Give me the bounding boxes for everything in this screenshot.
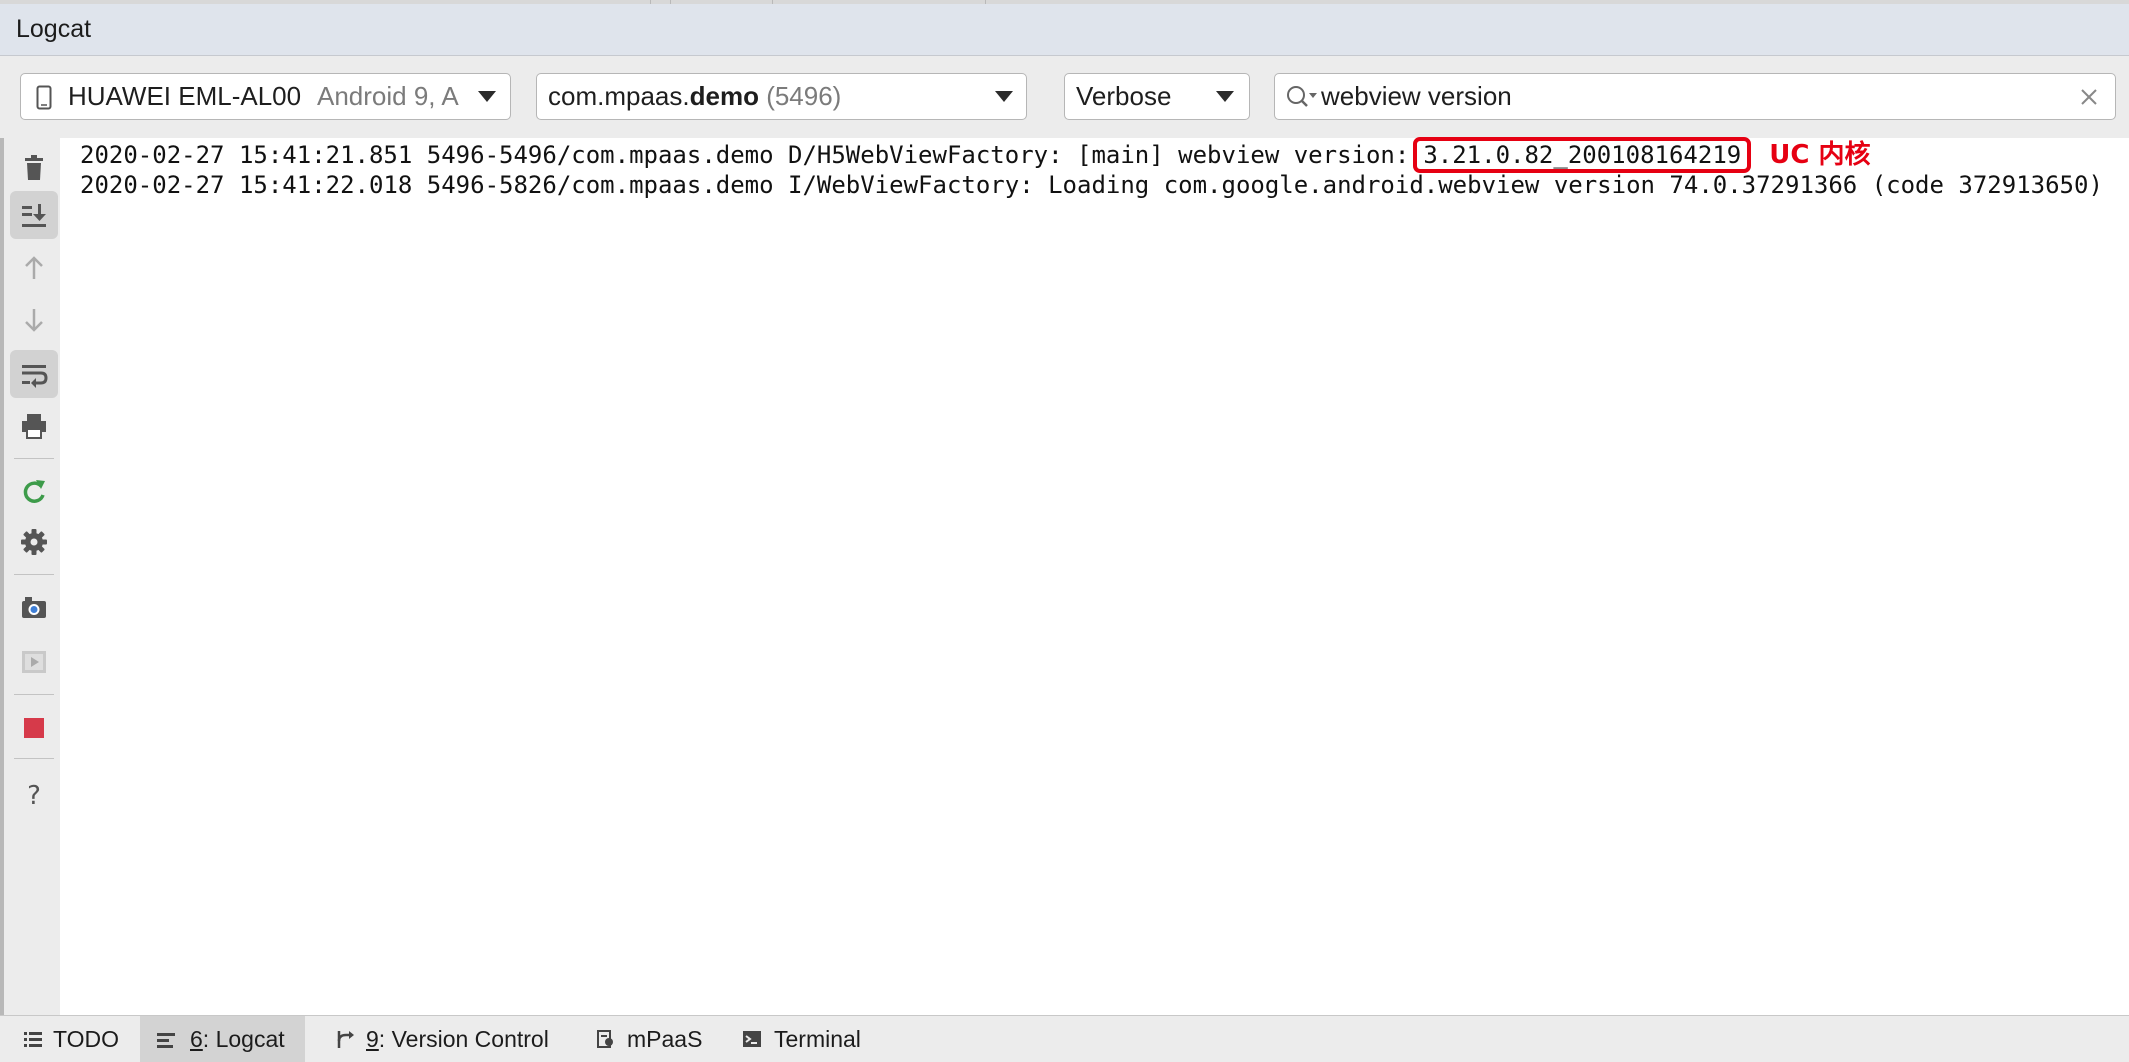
list-icon (24, 1032, 42, 1047)
device-name: HUAWEI EML-AL00 (68, 81, 302, 111)
tab-label: Terminal (774, 1026, 861, 1052)
logcat-icon (157, 1033, 175, 1048)
mpaas-icon (597, 1030, 613, 1048)
tool-window-header: Logcat (0, 4, 2129, 56)
screen-record-button[interactable] (10, 638, 58, 686)
tab-version-control[interactable]: 9: Version Control (333, 1016, 563, 1062)
chevron-down-icon (1216, 91, 1234, 102)
highlighted-version: 3.21.0.82_200108164219 (1413, 137, 1752, 173)
stop-button[interactable] (10, 704, 58, 752)
chevron-down-icon (995, 91, 1013, 102)
stop-icon (24, 718, 44, 738)
device-detail: Android 9, A (317, 81, 459, 111)
tab-logcat[interactable]: 6: Logcat (140, 1016, 305, 1062)
restart-icon (23, 480, 45, 503)
tab-mnemonic: 9 (366, 1026, 379, 1052)
scroll-to-end-icon (22, 204, 46, 227)
toolbar-separator (14, 694, 54, 695)
clear-logcat-icon (25, 155, 43, 180)
search-icon (1287, 86, 1317, 107)
screen-capture-icon (22, 597, 46, 618)
log-line-text: 2020-02-27 15:41:22.018 5496-5826/com.mp… (80, 171, 2103, 199)
scroll-to-end-button[interactable] (10, 191, 58, 239)
process-dropdown[interactable]: com.mpaas.demo (5496) (536, 73, 1027, 120)
toolbar-separator (14, 574, 54, 575)
phone-icon (36, 85, 52, 110)
tab-label-text: : Logcat (202, 1026, 285, 1052)
up-arrow-icon (25, 256, 43, 279)
search-field[interactable]: webview version (1274, 73, 2116, 120)
down-arrow-icon (25, 309, 43, 332)
chevron-down-icon (478, 91, 496, 102)
version-control-icon (337, 1031, 354, 1048)
svg-text:?: ? (27, 781, 41, 809)
restart-button[interactable] (10, 468, 58, 516)
tab-todo[interactable]: TODO (20, 1016, 130, 1062)
screen-record-icon (22, 651, 46, 673)
tab-mnemonic: 6 (190, 1026, 203, 1052)
log-line-text: 2020-02-27 15:41:21.851 5496-5496/com.mp… (80, 141, 1410, 169)
process-label: com.mpaas.demo (5496) (548, 74, 841, 119)
clear-logcat-button[interactable] (10, 144, 58, 192)
log-level-dropdown[interactable]: Verbose (1064, 73, 1250, 120)
process-prefix: com.mpaas. (548, 81, 690, 111)
annotation-label: UC 内核 (1769, 140, 1871, 170)
process-name: demo (689, 81, 759, 111)
tab-label-text: : Version Control (378, 1026, 549, 1052)
gear-icon (21, 529, 47, 555)
log-output[interactable]: 2020-02-27 15:41:21.851 5496-5496/com.mp… (60, 137, 2129, 1015)
print-icon (22, 414, 46, 439)
window-title: Logcat (16, 15, 92, 43)
tool-window-bar: TODO 6: Logcat 9: Version Control mPaaS … (0, 1015, 2129, 1062)
process-pid: (5496) (766, 81, 842, 111)
tab-label: mPaaS (627, 1026, 703, 1052)
tab-mpaas[interactable]: mPaaS (594, 1016, 714, 1062)
log-line: 2020-02-27 15:41:22.018 5496-5826/com.mp… (80, 169, 2103, 201)
settings-button[interactable] (10, 518, 58, 566)
device-dropdown[interactable]: HUAWEI EML-AL00 Android 9, A (20, 73, 511, 120)
terminal-icon (743, 1031, 761, 1047)
tab-label: 6: Logcat (190, 1016, 285, 1062)
logcat-side-toolbar: ? (0, 138, 60, 1015)
tab-label: TODO (53, 1026, 120, 1052)
scroll-up-button[interactable] (10, 244, 58, 292)
tab-terminal[interactable]: Terminal (740, 1016, 870, 1062)
logcat-toolbar: HUAWEI EML-AL00 Android 9, A com.mpaas.d… (0, 56, 2129, 138)
screen-capture-button[interactable] (10, 584, 58, 632)
scroll-down-button[interactable] (10, 296, 58, 344)
help-icon: ? (27, 781, 41, 809)
soft-wrap-button[interactable] (10, 350, 58, 398)
print-button[interactable] (10, 402, 58, 450)
toolbar-separator (14, 458, 54, 459)
help-button[interactable]: ? (10, 770, 58, 818)
soft-wrap-icon (22, 365, 48, 388)
search-input[interactable]: webview version (1321, 74, 1512, 119)
toolbar-separator (14, 758, 54, 759)
tab-label: 9: Version Control (366, 1016, 549, 1062)
clear-search-icon[interactable] (2080, 88, 2098, 106)
log-level-value: Verbose (1076, 81, 1172, 111)
